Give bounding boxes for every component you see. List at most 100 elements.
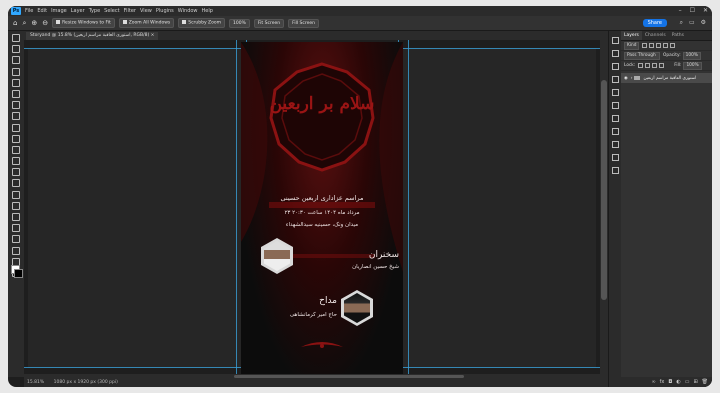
history-brush-tool-icon[interactable] bbox=[12, 157, 20, 166]
move-tool-icon[interactable] bbox=[12, 34, 20, 42]
zoom-100-button[interactable]: 100% bbox=[229, 18, 250, 28]
filter-type-icon[interactable] bbox=[656, 43, 662, 48]
lock-pixels-icon[interactable] bbox=[638, 63, 644, 68]
marquee-tool-icon[interactable] bbox=[12, 56, 20, 65]
opacity-input[interactable]: 100% bbox=[682, 51, 701, 60]
menu-type[interactable]: Type bbox=[89, 8, 100, 14]
new-group-icon[interactable]: ▭ bbox=[685, 379, 690, 385]
paragraph-panel-icon[interactable] bbox=[612, 115, 619, 122]
brush-tool-icon[interactable] bbox=[12, 134, 20, 143]
filter-adjustment-icon[interactable] bbox=[649, 43, 655, 48]
color-panel-icon[interactable] bbox=[612, 128, 619, 135]
frame-tool-icon[interactable] bbox=[12, 101, 20, 110]
lock-artboard-icon[interactable] bbox=[652, 63, 658, 68]
resize-windows-checkbox[interactable]: Resize Windows to Fit bbox=[52, 18, 115, 28]
emblem-calligraphy: سلام بر اربعین bbox=[269, 94, 375, 114]
adjustments-panel-icon[interactable] bbox=[612, 76, 619, 83]
scroll-thumb[interactable] bbox=[601, 80, 607, 300]
blur-tool-icon[interactable] bbox=[12, 190, 20, 199]
photoshop-logo-icon[interactable]: Ps bbox=[11, 7, 21, 15]
new-layer-icon[interactable]: ⊞ bbox=[693, 379, 697, 385]
type-tool-icon[interactable] bbox=[12, 224, 20, 233]
crop-tool-icon[interactable] bbox=[12, 89, 20, 98]
rectangle-tool-icon[interactable] bbox=[12, 246, 20, 255]
workspace-icon[interactable]: ▭ bbox=[689, 19, 695, 27]
document-tab[interactable]: Storyand @ 15.8% (استوری العاقبة مراسم ا… bbox=[26, 32, 159, 40]
vertical-scrollbar[interactable] bbox=[600, 40, 608, 379]
zoom-in-icon[interactable]: ⊕ bbox=[31, 19, 37, 27]
tab-layers[interactable]: Layers bbox=[621, 31, 642, 40]
speaker-name: شیخ حسین انصاریان bbox=[352, 264, 399, 270]
filter-smart-object-icon[interactable] bbox=[670, 43, 676, 48]
object-selection-tool-icon[interactable] bbox=[12, 78, 20, 87]
menu-edit[interactable]: Edit bbox=[37, 8, 47, 14]
canvas-area[interactable]: سلام بر اربعین مراسم عزاداری اربعین حسین… bbox=[24, 40, 600, 379]
add-mask-icon[interactable]: ◘ bbox=[668, 379, 672, 385]
filter-shape-icon[interactable] bbox=[663, 43, 669, 48]
menu-image[interactable]: Image bbox=[51, 8, 67, 14]
share-button[interactable]: Share bbox=[642, 19, 667, 27]
guide-vertical bbox=[408, 40, 409, 379]
fill-input[interactable]: 100% bbox=[683, 61, 702, 70]
delete-layer-icon[interactable]: 🗑 bbox=[702, 379, 708, 385]
filter-pixel-icon[interactable] bbox=[642, 43, 648, 48]
swatches-panel-icon[interactable] bbox=[612, 141, 619, 148]
lasso-tool-icon[interactable] bbox=[12, 67, 20, 76]
lock-position-icon[interactable] bbox=[645, 63, 651, 68]
menu-plugins[interactable]: Plugins bbox=[156, 8, 174, 14]
libraries-panel-icon[interactable] bbox=[612, 154, 619, 161]
artboard-tool-icon[interactable] bbox=[12, 45, 20, 54]
eraser-tool-icon[interactable] bbox=[12, 168, 20, 177]
gradient-tool-icon[interactable] bbox=[12, 179, 20, 188]
zoom-tool-icon[interactable]: ⌕ bbox=[22, 19, 26, 28]
chevron-right-icon[interactable]: › bbox=[631, 76, 633, 81]
gear-icon[interactable]: ⚙ bbox=[701, 19, 706, 27]
scrubby-zoom-checkbox[interactable]: Scrubby Zoom bbox=[178, 18, 226, 28]
path-selection-tool-icon[interactable] bbox=[12, 235, 20, 244]
maximize-icon[interactable]: ☐ bbox=[690, 7, 695, 14]
brush-panel-icon[interactable] bbox=[612, 89, 619, 96]
menu-view[interactable]: View bbox=[140, 8, 152, 14]
pen-tool-icon[interactable] bbox=[12, 213, 20, 221]
zoom-out-icon[interactable]: ⊖ bbox=[42, 19, 48, 27]
background-color-swatch[interactable] bbox=[14, 269, 23, 278]
kind-filter-select[interactable]: Kind bbox=[624, 41, 640, 50]
options-bar: ⌂ ⌕ ⊕ ⊖ Resize Windows to Fit Zoom All W… bbox=[8, 16, 712, 31]
menu-layer[interactable]: Layer bbox=[71, 8, 85, 14]
comments-panel-icon[interactable] bbox=[612, 50, 619, 57]
link-layers-icon[interactable]: ∞ bbox=[651, 379, 655, 385]
navigator-panel-icon[interactable] bbox=[612, 167, 619, 174]
adjustment-layer-icon[interactable]: ◐ bbox=[676, 379, 680, 385]
visibility-eye-icon[interactable]: ◉ bbox=[624, 76, 628, 81]
scroll-thumb[interactable] bbox=[234, 375, 464, 378]
menu-window[interactable]: Window bbox=[178, 8, 198, 14]
guide-vertical bbox=[236, 40, 237, 379]
healing-brush-tool-icon[interactable] bbox=[12, 123, 20, 132]
fill-screen-button[interactable]: Fill Screen bbox=[288, 18, 320, 28]
close-icon[interactable]: ✕ bbox=[703, 7, 708, 14]
zoom-all-windows-checkbox[interactable]: Zoom All Windows bbox=[118, 18, 175, 28]
search-icon[interactable]: ⌕ bbox=[680, 19, 683, 27]
fit-screen-button[interactable]: Fit Screen bbox=[253, 18, 285, 28]
menu-select[interactable]: Select bbox=[104, 8, 119, 14]
tab-channels[interactable]: Channels bbox=[642, 31, 669, 40]
history-panel-icon[interactable] bbox=[612, 37, 619, 44]
dodge-tool-icon[interactable] bbox=[12, 201, 20, 210]
clone-stamp-tool-icon[interactable] bbox=[12, 145, 20, 154]
minimize-icon[interactable]: – bbox=[679, 7, 682, 14]
properties-panel-icon[interactable] bbox=[612, 63, 619, 70]
eyedropper-tool-icon[interactable] bbox=[12, 112, 20, 121]
character-panel-icon[interactable] bbox=[612, 102, 619, 109]
menu-file[interactable]: File bbox=[25, 8, 33, 14]
blend-row: Pass Through Opacity: 100% bbox=[621, 51, 712, 61]
layer-style-icon[interactable]: fx bbox=[660, 379, 665, 385]
lock-all-icon[interactable] bbox=[659, 63, 665, 68]
layer-row[interactable]: ◉ › استوری العاقبة مراسم اربعین bbox=[621, 73, 712, 83]
home-icon[interactable]: ⌂ bbox=[13, 19, 17, 27]
blend-mode-select[interactable]: Pass Through bbox=[624, 51, 660, 60]
menu-help[interactable]: Help bbox=[202, 8, 213, 14]
tab-paths[interactable]: Paths bbox=[669, 31, 687, 40]
zoom-level[interactable]: 15.81% bbox=[27, 380, 44, 385]
menu-filter[interactable]: Filter bbox=[124, 8, 136, 14]
photoshop-window: Ps File Edit Image Layer Type Select Fil… bbox=[8, 6, 712, 387]
